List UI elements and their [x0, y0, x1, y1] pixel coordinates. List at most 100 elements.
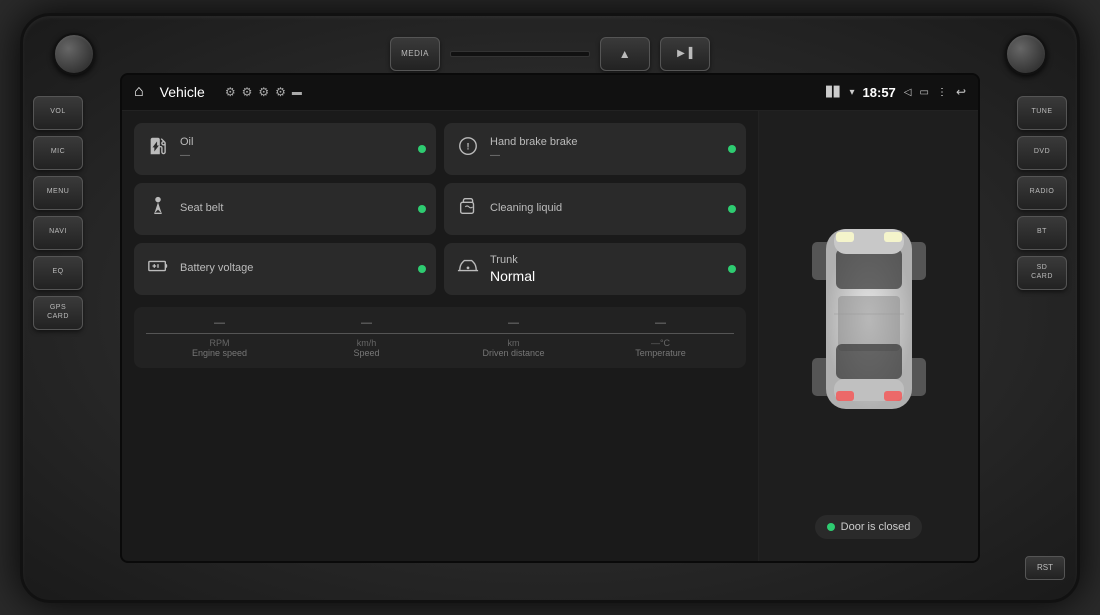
trunk-card[interactable]: Trunk Normal — [444, 243, 746, 295]
rpm-stat: — RPM Engine speed — [146, 317, 293, 358]
cleaning-card[interactable]: Cleaning liquid — [444, 183, 746, 235]
handbrake-status-dot — [728, 145, 736, 153]
oil-card[interactable]: Oil — — [134, 123, 436, 175]
speed-label: Speed — [293, 348, 440, 358]
info-cards-grid: Oil — ! Ha — [134, 123, 746, 295]
oil-icon — [144, 135, 172, 163]
speed-unit: km/h — [293, 338, 440, 348]
display-icon: ▭ — [919, 87, 928, 98]
radio-button[interactable]: RADIO — [1017, 176, 1067, 210]
head-unit: MEDIA ▲ ▶▐ VOL MIC MENU NAVI EQ GPSCARD … — [20, 13, 1080, 603]
cleaning-icon — [454, 195, 482, 223]
wifi-icon: ▾ — [850, 87, 855, 98]
oil-status-dot — [418, 145, 426, 153]
navi-button[interactable]: NAVI — [33, 216, 83, 250]
trunk-icon — [454, 255, 482, 283]
trunk-label: Trunk — [490, 254, 720, 266]
battery-content: Battery voltage — [180, 262, 410, 276]
oil-label: Oil — [180, 136, 410, 148]
cleaning-label: Cleaning liquid — [490, 202, 720, 214]
eject-button[interactable]: ▲ — [600, 37, 650, 71]
door-status-dot — [827, 523, 835, 531]
handbrake-label: Hand brake brake — [490, 136, 720, 148]
distance-unit: km — [440, 338, 587, 348]
trunk-content: Trunk Normal — [490, 254, 720, 284]
dvd-button[interactable]: DVD — [1017, 136, 1067, 170]
screen-title: Vehicle — [160, 84, 205, 100]
seatbelt-icon — [144, 195, 172, 223]
right-knob[interactable] — [1005, 33, 1047, 75]
rpm-unit: RPM — [146, 338, 293, 348]
gear-icon-2: ⚙ — [242, 85, 253, 99]
status-bar: ⌂ Vehicle ⚙ ⚙ ⚙ ⚙ ▬ ▊▊ ▾ 18:57 ◁ ▭ ⋮ ↩ — [122, 75, 978, 111]
oil-content: Oil — — [180, 136, 410, 161]
media-button[interactable]: MEDIA — [390, 37, 440, 71]
distance-label: Driven distance — [440, 348, 587, 358]
speed-value: — — [293, 317, 440, 334]
back-icon[interactable]: ↩ — [956, 85, 966, 99]
seatbelt-label: Seat belt — [180, 202, 410, 214]
door-status-text: Door is closed — [841, 521, 911, 533]
vehicle-panel: Oil — ! Ha — [122, 111, 758, 561]
gear-icon-1: ⚙ — [225, 85, 236, 99]
oil-value: — — [180, 150, 410, 161]
temp-unit: —°C — [587, 338, 734, 348]
gear-icon-3: ⚙ — [258, 85, 269, 99]
trunk-status-dot — [728, 265, 736, 273]
home-icon[interactable]: ⌂ — [134, 83, 144, 101]
cleaning-content: Cleaning liquid — [490, 202, 720, 216]
handbrake-content: Hand brake brake — — [490, 136, 720, 161]
menu-button[interactable]: MENU — [33, 176, 83, 210]
car-top-view — [804, 214, 934, 424]
cleaning-status-dot — [728, 205, 736, 213]
temp-stat: — —°C Temperature — [587, 317, 734, 358]
car-view — [804, 123, 934, 515]
handbrake-value: — — [490, 150, 720, 161]
rst-button[interactable]: RST — [1025, 556, 1065, 580]
top-center-controls: MEDIA ▲ ▶▐ — [390, 37, 710, 71]
volume-icon: ◁ — [904, 87, 912, 98]
battery-label: Battery voltage — [180, 262, 410, 274]
seatbelt-content: Seat belt — [180, 202, 410, 216]
battery-icon: ▬ — [292, 87, 302, 98]
trunk-value: Normal — [490, 268, 720, 284]
door-status: Door is closed — [815, 515, 923, 539]
seatbelt-card[interactable]: Seat belt — [134, 183, 436, 235]
speed-stat: — km/h Speed — [293, 317, 440, 358]
time-display: 18:57 — [863, 85, 896, 100]
car-panel: Door is closed — [758, 111, 978, 561]
rpm-label: Engine speed — [146, 348, 293, 358]
vol-button[interactable]: VOL — [33, 96, 83, 130]
battery-status-dot — [418, 265, 426, 273]
seatbelt-status-dot — [418, 205, 426, 213]
temp-value: — — [587, 317, 734, 334]
mic-button[interactable]: MIC — [33, 136, 83, 170]
eq-button[interactable]: EQ — [33, 256, 83, 290]
left-side-buttons: VOL MIC MENU NAVI EQ GPSCARD — [33, 96, 83, 330]
battery-voltage-icon — [144, 255, 172, 283]
svg-text:!: ! — [466, 141, 469, 151]
distance-stat: — km Driven distance — [440, 317, 587, 358]
gear-icon-4: ⚙ — [275, 85, 286, 99]
signal-icon: ▊▊ — [826, 87, 841, 98]
right-side-buttons: TUNE DVD RADIO BT SDCARD — [1017, 96, 1067, 290]
handbrake-icon: ! — [454, 135, 482, 163]
play-button[interactable]: ▶▐ — [660, 37, 710, 71]
tune-button[interactable]: TUNE — [1017, 96, 1067, 130]
stats-bar: — RPM Engine speed — km/h Speed — km Dri… — [134, 307, 746, 368]
sd-card-button[interactable]: SDCARD — [1017, 256, 1067, 290]
bt-button[interactable]: BT — [1017, 216, 1067, 250]
more-icon[interactable]: ⋮ — [937, 87, 948, 98]
rpm-value: — — [146, 317, 293, 334]
main-screen: ⌂ Vehicle ⚙ ⚙ ⚙ ⚙ ▬ ▊▊ ▾ 18:57 ◁ ▭ ⋮ ↩ — [120, 73, 980, 563]
handbrake-card[interactable]: ! Hand brake brake — — [444, 123, 746, 175]
content-area: Oil — ! Ha — [122, 111, 978, 561]
temp-label: Temperature — [587, 348, 734, 358]
gps-card-button[interactable]: GPSCARD — [33, 296, 83, 330]
battery-card[interactable]: Battery voltage — [134, 243, 436, 295]
cd-slot — [450, 51, 590, 57]
distance-value: — — [440, 317, 587, 334]
status-right: ▊▊ ▾ 18:57 ◁ ▭ ⋮ ↩ — [826, 85, 966, 100]
left-knob[interactable] — [53, 33, 95, 75]
status-icons: ⚙ ⚙ ⚙ ⚙ ▬ — [225, 85, 302, 99]
